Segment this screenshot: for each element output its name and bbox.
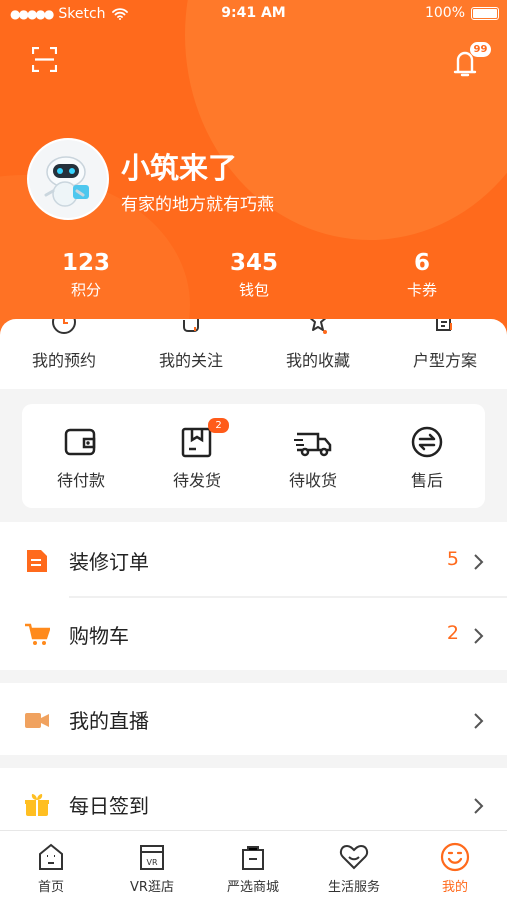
truck-icon [294, 432, 332, 457]
tab-life-services[interactable]: 生活服务 [304, 841, 404, 895]
quick-link-label: 我的预约 [31, 351, 96, 370]
quick-links: 我的预约 我的关注 我的收藏 户型方案 [0, 319, 507, 389]
order-label: 售后 [410, 471, 443, 490]
quick-link-floorplans[interactable]: 户型方案 [390, 319, 500, 371]
shopping-bag-icon [242, 846, 264, 870]
video-icon [25, 713, 49, 728]
menu-item-live-streaming[interactable]: 我的直播 [0, 683, 507, 755]
coupon-stat[interactable]: 6 卡券 [362, 248, 482, 302]
order-label: 待付款 [56, 471, 105, 490]
smile-icon [440, 842, 470, 872]
profile-slogan: 有家的地方就有巧燕 [121, 195, 274, 215]
order-label: 待收货 [288, 471, 337, 490]
tab-label: 严选商城 [226, 880, 279, 895]
shipment-badge: 2 [208, 418, 229, 433]
points-value: 123 [61, 250, 110, 276]
star-icon [309, 319, 327, 334]
chevron-right-icon [474, 798, 484, 814]
quick-link-favorites[interactable]: 我的收藏 [263, 319, 373, 371]
points-label: 积分 [70, 281, 101, 299]
coupon-label: 卡券 [406, 281, 437, 299]
menu-item-label: 我的直播 [69, 709, 149, 733]
quick-link-label: 我的关注 [158, 351, 223, 370]
tab-label: 我的 [441, 880, 468, 895]
order-pending-payment[interactable]: 待付款 [32, 424, 130, 491]
order-label: 待发货 [172, 471, 221, 490]
document-icon [27, 550, 47, 572]
clock-icon [52, 319, 76, 334]
menu-item-count: 2 [446, 622, 459, 644]
robot-avatar-icon [29, 140, 107, 218]
avatar[interactable] [27, 138, 109, 220]
menu-item-renovation-orders[interactable]: 装修订单 5 [0, 524, 507, 596]
orders-card: 待付款 待发货 待收货 售后 [22, 404, 485, 508]
notification-badge: 99 [470, 42, 491, 57]
chevron-right-icon [474, 628, 484, 644]
follow-icon [183, 319, 199, 332]
order-pending-shipment[interactable]: 待发货 [148, 424, 246, 491]
battery-percent: 100% [424, 5, 465, 21]
svg-text:VR: VR [146, 858, 157, 867]
gift-icon [25, 794, 49, 816]
order-pending-receipt[interactable]: 待收货 [264, 424, 362, 491]
profile-page: ●●●●● Sketch 9:41 AM 100% 99 小筑来了 有家的地方就… [0, 0, 507, 900]
quick-link-appointments[interactable]: 我的预约 [9, 319, 119, 371]
tab-label: 生活服务 [327, 880, 380, 895]
menu-item-label: 装修订单 [69, 550, 149, 574]
battery-icon [471, 6, 499, 20]
exchange-icon [411, 426, 443, 458]
wallet-stat[interactable]: 345 钱包 [194, 248, 314, 302]
tab-vr-store[interactable]: VR VR逛店 [102, 841, 202, 895]
quick-link-label: 我的收藏 [285, 351, 350, 370]
wallet-label: 钱包 [238, 281, 269, 299]
wallet-value: 345 [229, 250, 278, 276]
heart-icon [339, 844, 369, 870]
account-stats: 123 积分 345 钱包 6 卡券 [0, 248, 507, 304]
chevron-right-icon [474, 713, 484, 729]
chevron-right-icon [474, 554, 484, 570]
bottom-tab-bar: 首页 VR VR逛店 严选商城 生活服务 我的 [0, 830, 507, 900]
home-icon [39, 843, 63, 870]
tab-label: VR逛店 [130, 880, 174, 895]
scan-icon[interactable] [32, 47, 57, 72]
vr-icon: VR [140, 845, 164, 870]
tab-me[interactable]: 我的 [405, 841, 505, 895]
menu-item-label: 购物车 [69, 624, 129, 648]
profile-name: 小筑来了 [121, 151, 238, 185]
status-bar: ●●●●● Sketch 9:41 AM 100% [0, 0, 507, 28]
cart-icon [25, 623, 50, 645]
tab-label: 首页 [37, 880, 64, 895]
tab-home[interactable]: 首页 [1, 841, 101, 895]
floorplan-icon [436, 319, 452, 331]
wallet-icon [64, 428, 96, 456]
menu-item-cart[interactable]: 购物车 2 [0, 598, 507, 670]
menu-item-label: 每日签到 [69, 794, 149, 818]
coupon-value: 6 [413, 250, 430, 276]
menu-item-count: 5 [446, 548, 459, 570]
quick-link-follows[interactable]: 我的关注 [136, 319, 246, 371]
quick-link-label: 户型方案 [412, 351, 477, 370]
tab-mall[interactable]: 严选商城 [203, 841, 303, 895]
order-after-sales[interactable]: 售后 [378, 424, 476, 491]
points-stat[interactable]: 123 积分 [26, 248, 146, 302]
